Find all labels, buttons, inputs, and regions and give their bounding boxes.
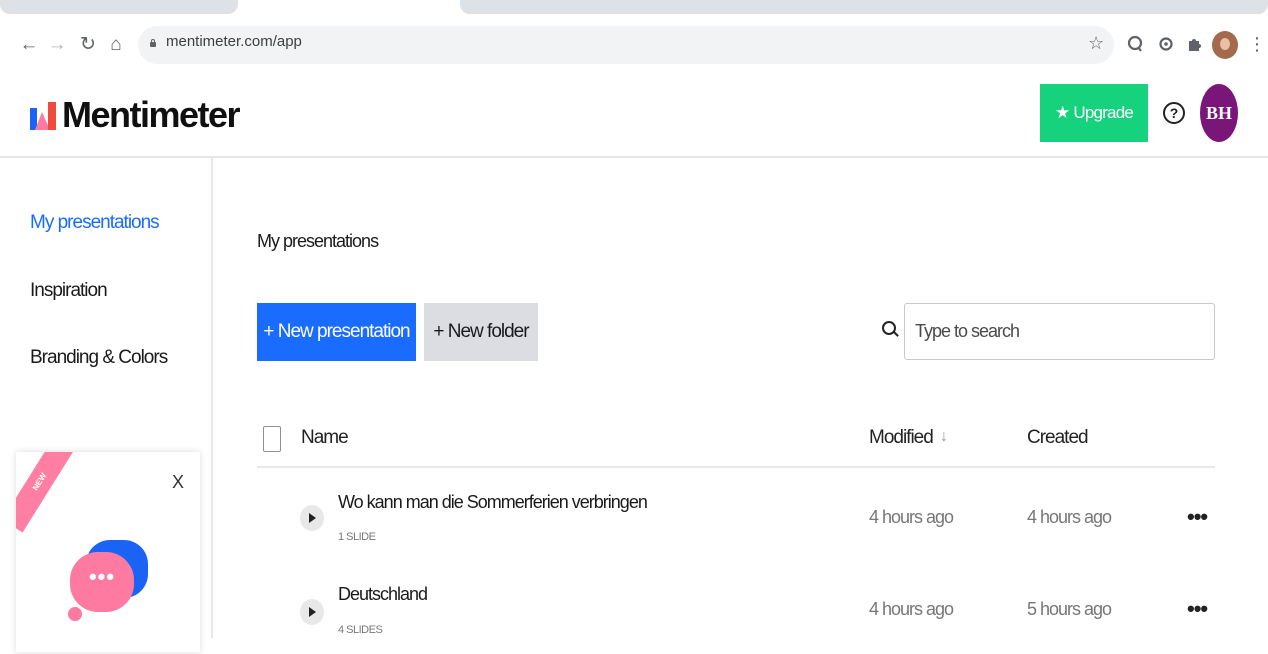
sort-down-icon[interactable]: ↓ (940, 428, 948, 446)
brand-name[interactable]: Mentimeter (62, 94, 241, 136)
more-options-icon[interactable]: ••• (1187, 596, 1208, 622)
mentimeter-logo-icon (30, 102, 56, 130)
sidebar-item-inspiration[interactable]: Inspiration (30, 280, 108, 302)
app-header: Mentimeter ★ Upgrade ? BH (0, 72, 1268, 158)
home-icon[interactable]: ⌂ (105, 30, 127, 60)
slide-count: 4 SLIDES (338, 624, 383, 636)
puzzle-extension-icon[interactable] (1185, 35, 1203, 53)
star-icon: ★ (1054, 103, 1070, 122)
column-modified-header[interactable]: Modified (869, 427, 934, 449)
more-options-icon[interactable]: ••• (1187, 504, 1208, 530)
sidebar-item-my-presentations[interactable]: My presentations (30, 212, 160, 234)
back-arrow-icon[interactable]: ← (18, 30, 40, 60)
upgrade-button[interactable]: ★ Upgrade (1040, 84, 1148, 142)
sidebar: My presentations Inspiration Branding & … (0, 158, 213, 652)
browser-toolbar: ← → ↻ ⌂ mentimeter.com/app ☆ ⋮ (0, 22, 1268, 70)
browser-profile-avatar[interactable] (1212, 31, 1238, 59)
url-text[interactable]: mentimeter.com/app (166, 33, 302, 50)
promo-card: NEW X ••• (16, 452, 200, 652)
page-title: My presentations (257, 231, 379, 251)
search-icon (882, 321, 896, 335)
modified-date: 4 hours ago (869, 599, 954, 619)
close-icon[interactable]: X (172, 472, 184, 493)
top-strip (0, 0, 1268, 20)
upgrade-label: Upgrade (1073, 103, 1134, 122)
new-badge: NEW (16, 452, 78, 533)
sidebar-item-branding-colors[interactable]: Branding & Colors (30, 347, 168, 369)
extension-icon[interactable] (1126, 35, 1144, 53)
tab-shape (460, 0, 1268, 14)
created-date: 5 hours ago (1027, 599, 1112, 619)
modified-date: 4 hours ago (869, 507, 954, 527)
bookmark-star-icon[interactable]: ☆ (1088, 33, 1104, 54)
new-presentation-button[interactable]: + New presentation (257, 303, 416, 361)
new-folder-button[interactable]: + New folder (424, 303, 538, 361)
created-date: 4 hours ago (1027, 507, 1112, 527)
select-all-checkbox[interactable] (263, 426, 281, 452)
help-icon[interactable]: ? (1163, 102, 1185, 124)
table-header: Name Modified ↓ Created (257, 418, 1215, 468)
lock-icon (150, 39, 156, 47)
table-row[interactable]: Deutschland 4 SLIDES 4 hours ago 5 hours… (257, 574, 1215, 654)
user-avatar[interactable]: BH (1200, 84, 1238, 142)
table-row[interactable]: Wo kann man die Sommerferien verbringen … (257, 480, 1215, 560)
forward-arrow-icon[interactable]: → (46, 30, 68, 60)
browser-menu-icon[interactable]: ⋮ (1248, 34, 1266, 55)
slide-count: 1 SLIDE (338, 531, 376, 543)
reload-icon[interactable]: ↻ (77, 30, 99, 60)
extension-icon[interactable] (1157, 35, 1175, 53)
chat-bubble-tail (68, 607, 82, 621)
play-icon[interactable] (300, 599, 324, 625)
presentation-title[interactable]: Wo kann man die Sommerferien verbringen (338, 492, 648, 513)
search-input[interactable] (904, 303, 1215, 360)
play-icon[interactable] (300, 505, 324, 531)
column-created-header[interactable]: Created (1027, 427, 1089, 449)
column-name-header[interactable]: Name (301, 427, 349, 449)
chat-bubble-dots-icon: ••• (70, 552, 134, 612)
tab-shape (0, 0, 238, 14)
presentation-title[interactable]: Deutschland (338, 584, 428, 605)
